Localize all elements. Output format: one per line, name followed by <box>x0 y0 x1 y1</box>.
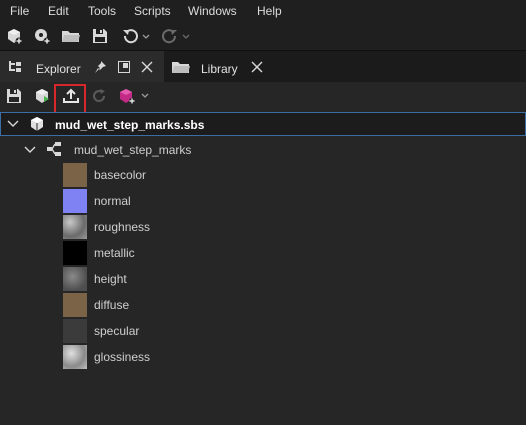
undo-icon[interactable] <box>120 26 154 46</box>
tab-library-label: Library <box>201 62 238 76</box>
output-row[interactable]: height <box>0 266 526 292</box>
redo-icon[interactable] <box>160 26 194 46</box>
pin-icon[interactable] <box>94 60 108 77</box>
panel-tab-bar: Explorer Library <box>0 50 526 83</box>
specular-thumbnail <box>63 319 87 343</box>
menu-scripts[interactable]: Scripts <box>134 4 171 18</box>
basecolor-thumbnail <box>63 163 87 187</box>
output-row[interactable]: basecolor <box>0 162 526 188</box>
tab-explorer-label: Explorer <box>36 62 81 76</box>
graph-row[interactable]: mud_wet_step_marks <box>0 136 526 162</box>
output-label: height <box>94 272 127 286</box>
output-label: metallic <box>94 246 135 260</box>
main-toolbar <box>0 22 526 50</box>
output-row[interactable]: glossiness <box>0 344 526 370</box>
menu-file[interactable]: File <box>10 4 29 18</box>
tab-explorer[interactable]: Explorer <box>0 51 164 83</box>
output-label: normal <box>94 194 131 208</box>
package-icon <box>29 116 45 135</box>
output-row[interactable]: normal <box>0 188 526 214</box>
menu-bar: File Edit Tools Scripts Windows Help <box>0 0 526 22</box>
output-row[interactable]: specular <box>0 318 526 344</box>
output-label: glossiness <box>94 350 151 364</box>
graph-name: mud_wet_step_marks <box>74 143 192 157</box>
output-label: roughness <box>94 220 151 234</box>
package-row[interactable]: mud_wet_step_marks.sbs <box>0 112 526 136</box>
tab-library[interactable]: Library <box>165 51 275 83</box>
new-graph-icon[interactable] <box>32 26 52 46</box>
roughness-thumbnail <box>63 215 87 239</box>
diffuse-thumbnail <box>63 293 87 317</box>
new-substance-icon[interactable] <box>4 26 24 46</box>
library-folder-icon <box>171 60 191 77</box>
output-label: specular <box>94 324 140 338</box>
expand-chevron-icon[interactable] <box>7 118 19 132</box>
height-thumbnail <box>63 267 87 291</box>
glossiness-thumbnail <box>63 345 87 369</box>
graph-icon <box>46 142 62 159</box>
output-row[interactable]: roughness <box>0 214 526 240</box>
float-window-icon[interactable] <box>118 61 130 76</box>
output-row[interactable]: diffuse <box>0 292 526 318</box>
close-library-icon[interactable] <box>251 61 263 76</box>
output-label: basecolor <box>94 168 147 182</box>
close-explorer-icon[interactable] <box>141 61 153 76</box>
menu-windows[interactable]: Windows <box>188 4 237 18</box>
menu-tools[interactable]: Tools <box>88 4 116 18</box>
reload-icon[interactable] <box>90 86 110 106</box>
explorer-tree: mud_wet_step_marks.sbs mud_wet_step_mark… <box>0 110 526 425</box>
package-name: mud_wet_step_marks.sbs <box>55 118 205 132</box>
graph-chevron-icon[interactable] <box>24 144 36 158</box>
save-package-icon[interactable] <box>4 86 24 106</box>
output-label: diffuse <box>94 298 130 312</box>
normal-thumbnail <box>63 189 87 213</box>
menu-help[interactable]: Help <box>257 4 282 18</box>
publish-icon[interactable] <box>32 86 52 106</box>
output-row[interactable]: metallic <box>0 240 526 266</box>
metallic-thumbnail <box>63 241 87 265</box>
explorer-tree-icon <box>8 61 22 76</box>
open-folder-icon[interactable] <box>60 26 82 46</box>
graph-add-icon[interactable] <box>116 86 152 106</box>
save-icon[interactable] <box>90 26 110 46</box>
menu-edit[interactable]: Edit <box>48 4 69 18</box>
